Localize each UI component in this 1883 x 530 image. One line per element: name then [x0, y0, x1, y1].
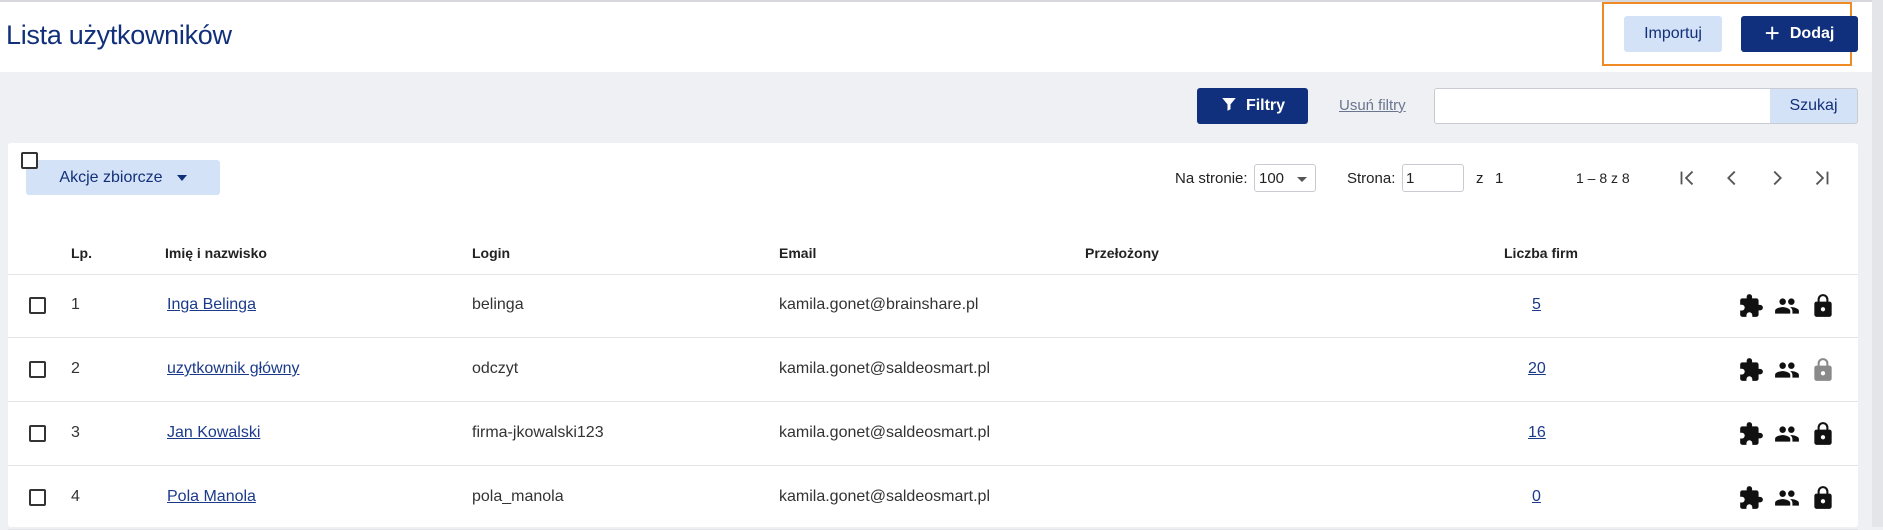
import-button[interactable]: Importuj — [1624, 16, 1722, 52]
row-email: kamila.gonet@saldeosmart.pl — [779, 424, 991, 441]
user-name-link[interactable]: Pola Manola — [167, 488, 256, 506]
page-input[interactable]: 1 — [1402, 164, 1464, 192]
lock-icon[interactable] — [1810, 485, 1836, 511]
companies-count-link[interactable]: 20 — [1528, 360, 1546, 378]
people-icon[interactable] — [1774, 293, 1800, 319]
row-checkbox[interactable] — [29, 297, 46, 314]
row-checkbox[interactable] — [29, 361, 46, 378]
people-icon[interactable] — [1774, 357, 1800, 383]
row-checkbox[interactable] — [29, 489, 46, 506]
per-page-label: Na stronie: — [1175, 170, 1248, 187]
row-login: odczyt — [472, 360, 519, 377]
plus-icon: + — [1764, 17, 1780, 48]
filter-icon — [1220, 95, 1238, 118]
row-email: kamila.gonet@saldeosmart.pl — [779, 360, 991, 377]
column-header-email[interactable]: Email — [779, 245, 816, 261]
lock-icon[interactable] — [1810, 421, 1836, 447]
row-login: firma-jkowalski123 — [472, 424, 604, 441]
lock-icon[interactable] — [1810, 357, 1836, 383]
bulk-actions-label: Akcje zbiorcze — [59, 168, 163, 186]
row-lp: 4 — [71, 488, 80, 505]
row-checkbox[interactable] — [29, 425, 46, 442]
companies-count-link[interactable]: 0 — [1532, 488, 1541, 506]
table-row: 2 uzytkownik główny odczyt kamila.gonet@… — [8, 338, 1858, 402]
row-login: pola_manola — [472, 488, 564, 505]
column-header-login[interactable]: Login — [472, 245, 510, 261]
page-label: Strona: — [1347, 170, 1396, 187]
column-header-lp[interactable]: Lp. — [71, 245, 92, 261]
column-header-supervisor[interactable]: Przełożony — [1085, 245, 1159, 261]
filters-label: Filtry — [1245, 97, 1286, 114]
first-page-icon[interactable] — [1676, 167, 1698, 189]
table-header: Lp. Imię i nazwisko Login Email Przełożo… — [8, 152, 1858, 275]
of-label: z — [1476, 170, 1484, 187]
row-actions — [1738, 485, 1836, 511]
bulk-actions-dropdown[interactable]: Akcje zbiorcze — [26, 160, 220, 195]
row-lp: 1 — [71, 296, 80, 313]
row-email: kamila.gonet@saldeosmart.pl — [779, 488, 991, 505]
prev-page-icon[interactable] — [1721, 167, 1743, 189]
people-icon[interactable] — [1774, 421, 1800, 447]
per-page-select[interactable]: 100 — [1254, 164, 1316, 192]
table-row: 1 Inga Belinga belinga kamila.gonet@brai… — [8, 274, 1858, 338]
last-page-icon[interactable] — [1811, 167, 1833, 189]
select-all-checkbox[interactable] — [21, 152, 38, 169]
people-icon[interactable] — [1774, 485, 1800, 511]
row-lp: 3 — [71, 424, 80, 441]
total-pages: 1 — [1495, 170, 1504, 187]
users-card: Akcje zbiorcze Na stronie: 100 Strona: 1… — [8, 143, 1858, 530]
add-button-label: Dodaj — [1789, 25, 1835, 42]
puzzle-icon[interactable] — [1738, 421, 1764, 447]
clear-filters-link[interactable]: Usuń filtry — [1339, 97, 1406, 114]
top-bar: Lista użytkowników — [0, 0, 1872, 72]
puzzle-icon[interactable] — [1738, 357, 1764, 383]
row-email: kamila.gonet@brainshare.pl — [779, 296, 979, 313]
row-lp: 2 — [71, 360, 80, 377]
row-login: belinga — [472, 296, 524, 313]
user-name-link[interactable]: Jan Kowalski — [167, 424, 260, 442]
page-title: Lista użytkowników — [6, 20, 232, 50]
user-name-link[interactable]: Inga Belinga — [167, 296, 256, 314]
chevron-down-icon — [1297, 177, 1307, 182]
user-name-link[interactable]: uzytkownik główny — [167, 360, 300, 378]
companies-count-link[interactable]: 16 — [1528, 424, 1546, 442]
page-scrollbar[interactable] — [1872, 0, 1883, 527]
puzzle-icon[interactable] — [1738, 485, 1764, 511]
table-row: 4 Pola Manola pola_manola kamila.gonet@s… — [8, 466, 1858, 530]
next-page-icon[interactable] — [1766, 167, 1788, 189]
search-input[interactable] — [1434, 88, 1771, 124]
filters-button[interactable]: Filtry — [1197, 88, 1308, 124]
row-actions — [1738, 357, 1836, 383]
search-button[interactable]: Szukaj — [1770, 88, 1858, 124]
lock-icon[interactable] — [1810, 293, 1836, 319]
row-actions — [1738, 293, 1836, 319]
column-header-companies[interactable]: Liczba firm — [1504, 245, 1578, 261]
column-header-name[interactable]: Imię i nazwisko — [165, 245, 267, 261]
companies-count-link[interactable]: 5 — [1532, 296, 1541, 314]
table-row: 3 Jan Kowalski firma-jkowalski123 kamila… — [8, 402, 1858, 466]
range-text: 1 – 8 z 8 — [1576, 170, 1630, 186]
page-value: 1 — [1406, 170, 1415, 187]
per-page-value: 100 — [1259, 170, 1285, 187]
caret-down-icon — [176, 174, 187, 181]
add-user-button[interactable]: + Dodaj — [1741, 16, 1858, 52]
row-actions — [1738, 421, 1836, 447]
puzzle-icon[interactable] — [1738, 293, 1764, 319]
